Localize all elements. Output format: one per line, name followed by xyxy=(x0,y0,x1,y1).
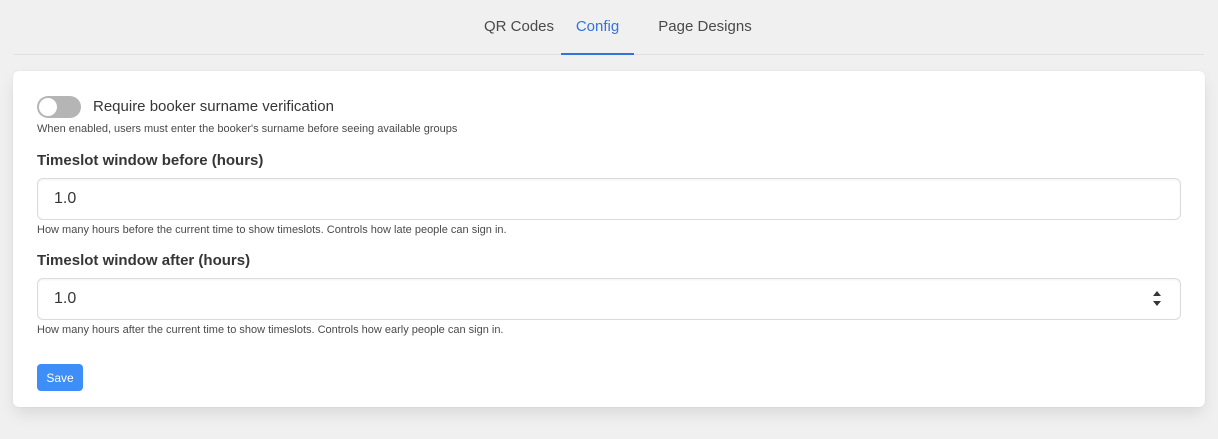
window-after-help: How many hours after the current time to… xyxy=(37,324,504,336)
window-after-field xyxy=(37,278,1181,320)
save-button[interactable]: Save xyxy=(37,364,83,391)
surname-verification-label: Require booker surname verification xyxy=(93,98,334,115)
tab-qr-codes[interactable]: QR Codes xyxy=(479,0,559,55)
window-after-input[interactable] xyxy=(37,278,1181,320)
tab-config[interactable]: Config xyxy=(561,0,634,55)
tab-page-designs[interactable]: Page Designs xyxy=(650,0,760,55)
window-before-input[interactable] xyxy=(37,178,1181,220)
number-stepper[interactable] xyxy=(1153,290,1163,308)
surname-verification-help: When enabled, users must enter the booke… xyxy=(37,123,458,135)
tab-bar: QR Codes Config Page Designs xyxy=(14,0,1204,55)
surname-verification-toggle[interactable] xyxy=(37,96,81,118)
surname-verification-row: Require booker surname verification xyxy=(37,96,637,118)
toggle-knob xyxy=(39,98,57,116)
window-before-label: Timeslot window before (hours) xyxy=(37,152,264,169)
config-card: Require booker surname verification When… xyxy=(13,71,1205,407)
window-after-label: Timeslot window after (hours) xyxy=(37,252,251,269)
stepper-down-icon[interactable] xyxy=(1153,301,1161,306)
window-before-help: How many hours before the current time t… xyxy=(37,224,507,236)
stepper-up-icon[interactable] xyxy=(1153,291,1161,296)
